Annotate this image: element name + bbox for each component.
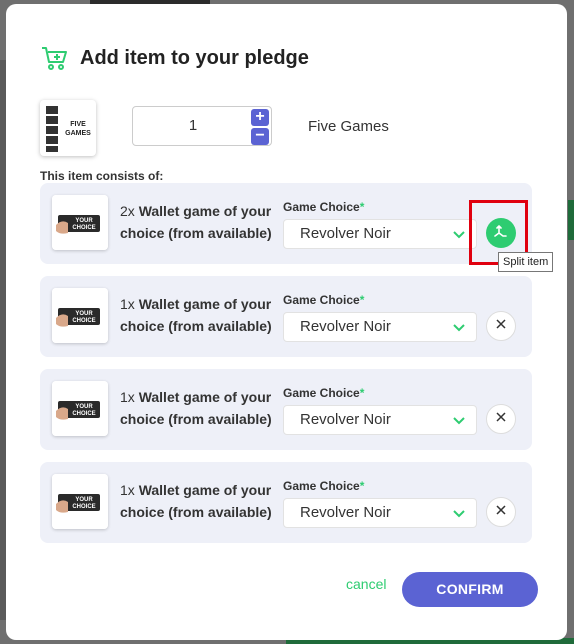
- item-name: Wallet game of your choice (from availab…: [120, 389, 272, 427]
- chevron-down-icon: [452, 228, 466, 240]
- quantity-increase-button[interactable]: +: [251, 109, 269, 126]
- svg-text:CHOICE: CHOICE: [72, 318, 95, 324]
- quantity-decrease-button[interactable]: −: [251, 128, 269, 145]
- item-thumbnail: YOUR CHOICE: [52, 474, 108, 529]
- game-choice-label: Game Choice*: [283, 386, 364, 400]
- cart-plus-icon: [40, 44, 68, 72]
- field-label-text: Game Choice: [283, 200, 360, 214]
- svg-text:YOUR: YOUR: [75, 497, 93, 503]
- field-label-text: Game Choice: [283, 386, 360, 400]
- chevron-down-icon: [452, 414, 466, 426]
- item-description: 1x Wallet game of your choice (from avai…: [120, 386, 280, 430]
- required-marker: *: [359, 200, 365, 214]
- select-value[interactable]: Revolver Noir: [300, 499, 391, 527]
- add-item-modal: Add item to your pledge FIVE GAMES 1 + −…: [6, 4, 567, 640]
- modal-title: Add item to your pledge: [80, 46, 309, 69]
- game-choice-select[interactable]: Revolver Noir: [283, 405, 477, 435]
- svg-text:GAMES: GAMES: [65, 130, 91, 137]
- svg-text:YOUR: YOUR: [75, 404, 93, 410]
- chevron-down-icon: [452, 507, 466, 519]
- list-item: YOUR CHOICE 1x Wallet game of your choic…: [40, 462, 532, 543]
- svg-text:CHOICE: CHOICE: [72, 504, 95, 510]
- game-choice-label: Game Choice*: [283, 200, 364, 214]
- svg-text:CHOICE: CHOICE: [72, 225, 95, 231]
- item-quantity: 1x: [120, 296, 135, 312]
- item-thumbnail: YOUR CHOICE: [52, 195, 108, 250]
- game-choice-label: Game Choice*: [283, 479, 364, 493]
- item-description: 2x Wallet game of your choice (from avai…: [120, 200, 280, 244]
- item-description: 1x Wallet game of your choice (from avai…: [120, 293, 280, 337]
- consists-label: This item consists of:: [40, 169, 164, 183]
- select-value[interactable]: Revolver Noir: [300, 220, 391, 248]
- quantity-value[interactable]: 1: [133, 107, 253, 145]
- field-label-text: Game Choice: [283, 479, 360, 493]
- item-quantity: 2x: [120, 203, 135, 219]
- item-name: Wallet game of your choice (from availab…: [120, 203, 272, 241]
- game-choice-select[interactable]: Revolver Noir: [283, 498, 477, 528]
- svg-text:YOUR: YOUR: [75, 218, 93, 224]
- close-icon: [495, 410, 507, 428]
- confirm-button[interactable]: CONFIRM: [402, 572, 538, 607]
- list-item: YOUR CHOICE 2x Wallet game of your choic…: [40, 183, 532, 264]
- split-item-button[interactable]: [486, 218, 516, 248]
- cancel-link[interactable]: cancel: [346, 576, 386, 592]
- list-item: YOUR CHOICE 1x Wallet game of your choic…: [40, 276, 532, 357]
- required-marker: *: [359, 386, 365, 400]
- product-thumbnail: FIVE GAMES: [40, 100, 96, 156]
- game-choice-select[interactable]: Revolver Noir: [283, 219, 477, 249]
- required-marker: *: [359, 293, 365, 307]
- remove-item-button[interactable]: [486, 404, 516, 434]
- item-thumbnail: YOUR CHOICE: [52, 288, 108, 343]
- list-item: YOUR CHOICE 1x Wallet game of your choic…: [40, 369, 532, 450]
- game-choice-label: Game Choice*: [283, 293, 364, 307]
- field-label-text: Game Choice: [283, 293, 360, 307]
- quantity-stepper[interactable]: 1 + −: [132, 106, 272, 146]
- select-value[interactable]: Revolver Noir: [300, 406, 391, 434]
- close-icon: [495, 317, 507, 335]
- svg-text:YOUR: YOUR: [75, 311, 93, 317]
- item-description: 1x Wallet game of your choice (from avai…: [120, 479, 280, 523]
- remove-item-button[interactable]: [486, 497, 516, 527]
- item-name: Wallet game of your choice (from availab…: [120, 482, 272, 520]
- remove-item-button[interactable]: [486, 311, 516, 341]
- split-item-tooltip: Split item: [498, 252, 554, 272]
- game-choice-select[interactable]: Revolver Noir: [283, 312, 477, 342]
- required-marker: *: [359, 479, 365, 493]
- product-name: Five Games: [308, 118, 389, 135]
- item-quantity: 1x: [120, 389, 135, 405]
- item-name: Wallet game of your choice (from availab…: [120, 296, 272, 334]
- backdrop-element: [568, 200, 574, 240]
- svg-text:FIVE: FIVE: [70, 121, 86, 128]
- select-value[interactable]: Revolver Noir: [300, 313, 391, 341]
- split-icon: [494, 224, 508, 243]
- product-row: FIVE GAMES 1 + − Five Games: [40, 100, 520, 156]
- chevron-down-icon: [452, 321, 466, 333]
- modal-header: Add item to your pledge: [40, 44, 309, 72]
- svg-text:CHOICE: CHOICE: [72, 411, 95, 417]
- item-quantity: 1x: [120, 482, 135, 498]
- item-thumbnail: YOUR CHOICE: [52, 381, 108, 436]
- close-icon: [495, 503, 507, 521]
